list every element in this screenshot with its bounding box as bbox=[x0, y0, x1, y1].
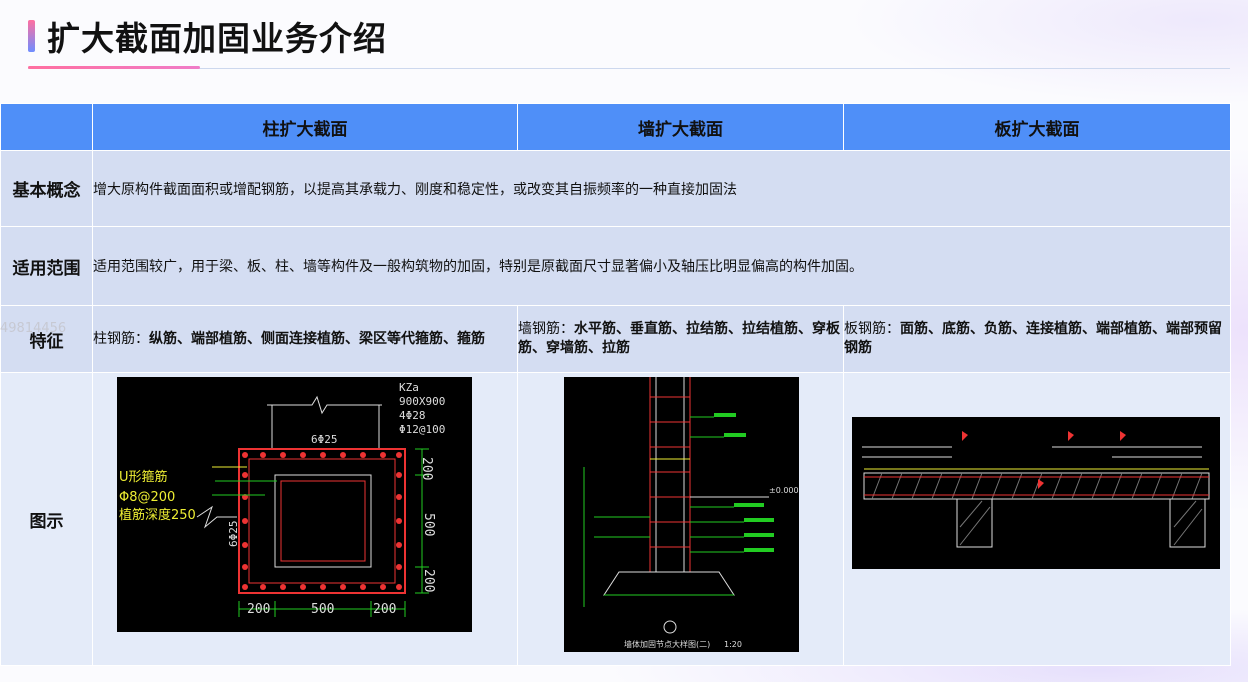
row-label-diagram: 图示 bbox=[0, 372, 93, 666]
wall-drawing-caption: 墙体加固节点大样图(二) bbox=[624, 639, 710, 649]
drawing-label-ustirrup: U形箍筋 bbox=[119, 469, 168, 485]
scope-text: 适用范围较广，用于梁、板、柱、墙等构件及一般构筑物的加固，特别是原截面尺寸显著偏… bbox=[92, 226, 1231, 306]
wall-diagram-cell: ±0.000 墙体加固节点大样图(二) 1:20 bbox=[517, 372, 844, 666]
table-row: 特征 柱钢筋：纵筋、端部植筋、侧面连接植筋、梁区等代箍筋、箍筋 墙钢筋：水平筋、… bbox=[0, 305, 1231, 373]
table-row: 基本概念 增大原构件截面面积或增配钢筋，以提高其承载力、刚度和稳定性，或改变其自… bbox=[0, 150, 1231, 227]
table-row: 适用范围 适用范围较广，用于梁、板、柱、墙等构件及一般构筑物的加固，特别是原截面… bbox=[0, 226, 1231, 306]
drawing-label-rebar1: 4Φ28 bbox=[399, 409, 426, 422]
table-header-row: 柱扩大截面 墙扩大截面 板扩大截面 bbox=[0, 103, 1231, 151]
comparison-table: 柱扩大截面 墙扩大截面 板扩大截面 基本概念 增大原构件截面面积或增配钢筋，以提… bbox=[0, 103, 1231, 666]
column-section-drawing: KZa 900X900 4Φ28 Φ12@100 6Φ25 6Φ25 U形箍筋 … bbox=[117, 377, 472, 632]
title-underline-accent bbox=[28, 66, 200, 69]
drawing-dim-right-2: 500 bbox=[421, 513, 436, 536]
drawing-label-anchor: 植筋深度250 bbox=[119, 507, 196, 523]
drawing-dim-bottom-1: 200 bbox=[247, 602, 270, 617]
feature-slab-prefix: 板钢筋： bbox=[844, 321, 900, 337]
slab-section-drawing bbox=[852, 417, 1220, 569]
drawing-dim-bottom-3: 200 bbox=[373, 602, 396, 617]
header-column: 柱扩大截面 bbox=[92, 103, 518, 151]
feature-column-prefix: 柱钢筋： bbox=[93, 330, 149, 347]
watermark: 49814456 bbox=[0, 321, 67, 336]
drawing-label-size: 900X900 bbox=[399, 395, 445, 408]
table-row: 图示 KZa 900X900 4Φ28 Φ12@100 6Φ25 6Φ25 U形… bbox=[0, 372, 1231, 666]
wall-section-drawing: ±0.000 墙体加固节点大样图(二) 1:20 bbox=[564, 377, 799, 652]
drawing-label-kz: KZa bbox=[399, 381, 419, 394]
drawing-label-ustirrup-spec: Φ8@200 bbox=[119, 490, 175, 505]
header-corner bbox=[0, 103, 93, 151]
title-bar: 扩大截面加固业务介绍 bbox=[28, 14, 387, 58]
title-divider bbox=[28, 68, 1230, 69]
drawing-label-top: 6Φ25 bbox=[311, 433, 338, 446]
drawing-label-side: 6Φ25 bbox=[227, 521, 240, 548]
wall-drawing-elevation: ±0.000 bbox=[769, 486, 799, 495]
feature-column-items: 纵筋、端部植筋、侧面连接植筋、梁区等代箍筋、箍筋 bbox=[149, 330, 485, 347]
drawing-dim-bottom-2: 500 bbox=[311, 602, 334, 617]
feature-slab-items: 面筋、底筋、负筋、连接植筋、端部植筋、端部预留钢筋 bbox=[844, 321, 1222, 356]
drawing-label-rebar2: Φ12@100 bbox=[399, 423, 445, 436]
column-diagram-cell: KZa 900X900 4Φ28 Φ12@100 6Φ25 6Φ25 U形箍筋 … bbox=[92, 372, 518, 666]
concept-text: 增大原构件截面面积或增配钢筋，以提高其承载力、刚度和稳定性，或改变其自振频率的一… bbox=[92, 150, 1231, 227]
feature-column: 柱钢筋：纵筋、端部植筋、侧面连接植筋、梁区等代箍筋、箍筋 bbox=[92, 305, 518, 373]
slab-diagram-cell bbox=[843, 372, 1231, 666]
row-label-scope: 适用范围 bbox=[0, 226, 93, 306]
row-label-feature: 特征 bbox=[0, 305, 93, 373]
row-label-concept: 基本概念 bbox=[0, 150, 93, 227]
drawing-dim-right-3: 200 bbox=[421, 569, 436, 592]
header-wall: 墙扩大截面 bbox=[517, 103, 844, 151]
feature-wall-prefix: 墙钢筋： bbox=[518, 321, 574, 337]
page-title: 扩大截面加固业务介绍 bbox=[47, 19, 387, 58]
wall-drawing-scale: 1:20 bbox=[724, 640, 742, 649]
drawing-dim-right-1: 200 bbox=[419, 457, 434, 480]
feature-wall: 墙钢筋：水平筋、垂直筋、拉结筋、拉结植筋、穿板筋、穿墙筋、拉筋 bbox=[517, 305, 844, 373]
feature-slab: 板钢筋：面筋、底筋、负筋、连接植筋、端部植筋、端部预留钢筋 bbox=[843, 305, 1231, 373]
title-accent-bar bbox=[28, 20, 35, 52]
header-slab: 板扩大截面 bbox=[843, 103, 1231, 151]
